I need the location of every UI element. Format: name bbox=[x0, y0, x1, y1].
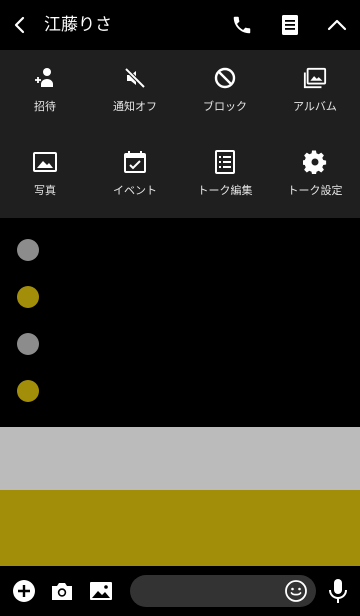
back-button[interactable] bbox=[8, 13, 32, 37]
theme-dot bbox=[17, 333, 39, 355]
event-calendar-icon bbox=[123, 150, 147, 174]
menu-label-album: アルバム bbox=[293, 100, 337, 113]
theme-dot bbox=[17, 380, 39, 402]
note-icon bbox=[282, 15, 298, 35]
microphone-button[interactable] bbox=[326, 578, 350, 604]
album-icon bbox=[303, 66, 327, 90]
menu-label-event: イベント bbox=[113, 184, 157, 197]
block-icon bbox=[213, 66, 237, 90]
collapse-menu-button[interactable] bbox=[324, 12, 350, 38]
chat-header: 江藤りさ bbox=[0, 0, 360, 50]
menu-edit-chat[interactable]: トーク編集 bbox=[180, 134, 270, 218]
menu-event[interactable]: イベント bbox=[90, 134, 180, 218]
theme-dot bbox=[17, 239, 39, 261]
theme-dot bbox=[17, 286, 39, 308]
gear-icon bbox=[303, 150, 327, 174]
menu-album[interactable]: アルバム bbox=[270, 50, 360, 134]
chat-menu-panel: 招待 通知オフ ブロック アルバム 写真 イベント トーク編集 トーク設定 bbox=[0, 50, 360, 218]
camera-button[interactable] bbox=[50, 579, 74, 603]
notes-button[interactable] bbox=[277, 12, 303, 38]
invite-icon bbox=[33, 66, 57, 90]
theme-band-olive bbox=[0, 490, 360, 566]
image-icon bbox=[90, 582, 112, 600]
photo-icon bbox=[33, 150, 57, 174]
image-button[interactable] bbox=[89, 579, 113, 603]
menu-photo[interactable]: 写真 bbox=[0, 134, 90, 218]
menu-mute-notifications[interactable]: 通知オフ bbox=[90, 50, 180, 134]
chevron-left-icon bbox=[14, 16, 25, 34]
menu-invite[interactable]: 招待 bbox=[0, 50, 90, 134]
mute-icon bbox=[123, 66, 147, 90]
phone-icon bbox=[233, 16, 251, 34]
add-button[interactable] bbox=[12, 579, 36, 603]
chat-title: 江藤りさ bbox=[44, 15, 112, 35]
menu-label-photo: 写真 bbox=[34, 184, 56, 197]
message-input-bar bbox=[0, 566, 360, 616]
menu-chat-settings[interactable]: トーク設定 bbox=[270, 134, 360, 218]
theme-band-gray bbox=[0, 427, 360, 490]
call-button[interactable] bbox=[229, 12, 255, 38]
menu-label-chat-settings: トーク設定 bbox=[287, 184, 343, 197]
menu-block[interactable]: ブロック bbox=[180, 50, 270, 134]
chevron-up-icon bbox=[327, 19, 347, 31]
menu-label-block: ブロック bbox=[203, 100, 247, 113]
plus-circle-icon bbox=[13, 580, 35, 602]
menu-label-mute: 通知オフ bbox=[113, 100, 157, 113]
menu-label-edit-chat: トーク編集 bbox=[197, 184, 253, 197]
microphone-icon bbox=[329, 579, 347, 603]
menu-label-invite: 招待 bbox=[34, 100, 56, 113]
camera-icon bbox=[52, 583, 72, 600]
emoji-button[interactable] bbox=[284, 579, 308, 603]
edit-list-icon bbox=[213, 150, 237, 174]
emoji-icon bbox=[285, 580, 307, 602]
